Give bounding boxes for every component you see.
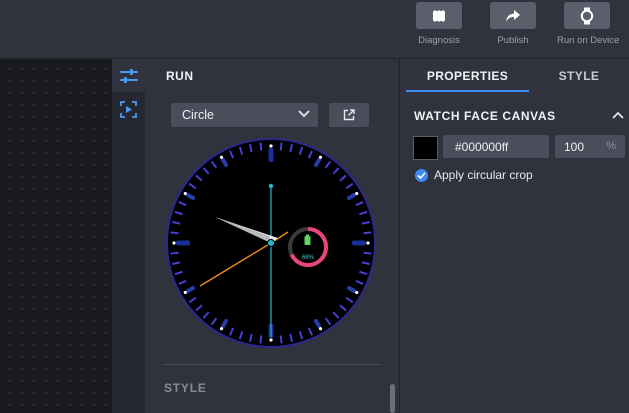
section-divider	[163, 364, 381, 365]
run-panel-title: RUN	[166, 69, 194, 83]
minute-tick	[170, 251, 179, 255]
shape-select[interactable]: Circle	[171, 103, 318, 127]
minute-tick	[259, 142, 263, 151]
shape-select-value: Circle	[182, 108, 214, 122]
chip-icon	[416, 2, 462, 29]
color-swatch[interactable]	[413, 136, 438, 160]
opacity-unit: %	[606, 140, 616, 152]
minute-tick	[363, 251, 372, 255]
opacity-field[interactable]: 100 %	[555, 135, 625, 158]
diagnosis-label: Diagnosis	[418, 35, 460, 46]
watch-face-preview: 68%	[166, 138, 376, 348]
design-canvas[interactable]	[0, 59, 112, 413]
minute-tick	[363, 231, 372, 235]
sliders-icon	[119, 68, 138, 83]
publish-label: Publish	[497, 35, 529, 46]
open-external-button[interactable]	[329, 103, 369, 127]
run-on-device-label: Run on Device	[557, 35, 620, 46]
minute-tick	[170, 231, 179, 235]
minute-tick	[279, 142, 283, 151]
diagnosis-button[interactable]: Diagnosis	[409, 2, 469, 46]
share-arrow-icon	[490, 2, 536, 29]
battery-icon	[304, 236, 311, 245]
center-pin	[267, 239, 275, 247]
scrollbar-thumb[interactable]	[390, 384, 395, 413]
publish-button[interactable]: Publish	[483, 2, 543, 46]
focus-frame-icon	[120, 101, 137, 118]
watch-icon	[564, 2, 610, 29]
tab-properties[interactable]: PROPERTIES	[406, 59, 529, 92]
battery-percent: 68%	[302, 255, 315, 261]
minute-tick	[279, 335, 283, 344]
checkmark-icon	[417, 172, 426, 179]
color-hex-field[interactable]: #000000ff	[443, 135, 549, 158]
run-style-section-header[interactable]: STYLE	[164, 381, 207, 395]
chevron-up-icon[interactable]	[612, 111, 624, 119]
top-toolbar: Diagnosis Publish Run on Device	[0, 0, 629, 59]
preview-focus-button[interactable]	[112, 93, 145, 126]
minute-tick	[259, 335, 263, 344]
properties-panel: PROPERTIES STYLE WATCH FACE CANVAS #0000…	[400, 59, 629, 413]
opacity-value: 100	[564, 140, 585, 154]
run-on-device-button[interactable]: Run on Device	[557, 2, 620, 46]
color-hex-value: #000000ff	[455, 140, 509, 154]
section-title: WATCH FACE CANVAS	[414, 109, 556, 123]
chevron-down-icon	[298, 110, 310, 118]
run-panel: RUN Circle 68% STYLE	[145, 59, 400, 413]
circular-crop-checkbox[interactable]	[415, 169, 428, 182]
tab-style[interactable]: STYLE	[529, 59, 629, 92]
open-external-icon	[343, 109, 355, 121]
side-tool-strip	[112, 59, 145, 413]
properties-sliders-button[interactable]	[112, 59, 145, 92]
circular-crop-label[interactable]: Apply circular crop	[434, 168, 533, 182]
